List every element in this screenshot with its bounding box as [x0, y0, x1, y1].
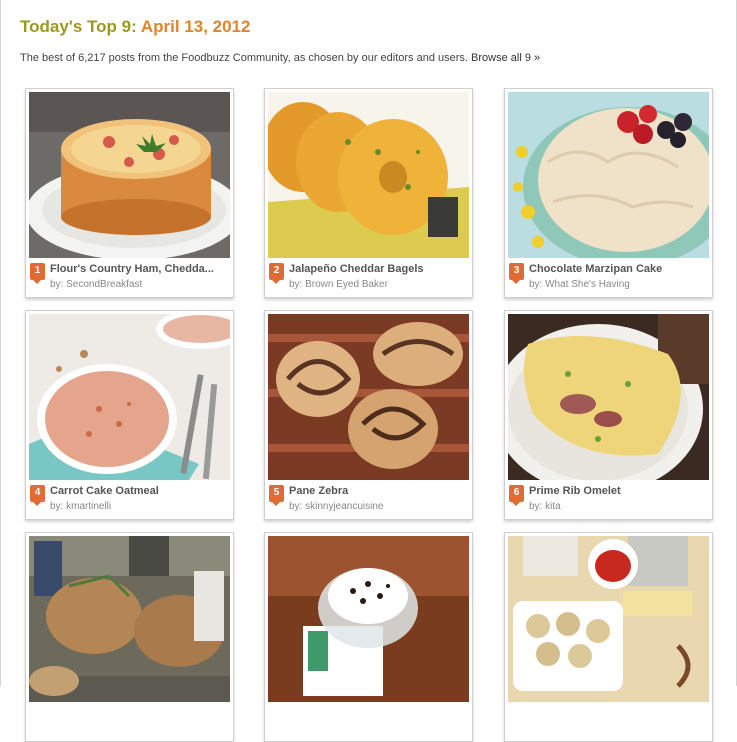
post-card-8[interactable] [264, 532, 473, 742]
post-author[interactable]: by: skinnyjeancuisine [289, 501, 384, 512]
page-subtitle: The best of 6,217 posts from the Foodbuz… [20, 52, 540, 64]
title-text: Today's Top 9: [20, 17, 141, 36]
post-image[interactable] [268, 536, 469, 702]
post-card-1[interactable]: 1 Flour's Country Ham, Chedda... by: Sec… [25, 88, 234, 298]
post-title[interactable]: Carrot Cake Oatmeal [50, 485, 228, 497]
title-date: April 13, 2012 [140, 17, 251, 36]
post-image[interactable] [508, 536, 709, 702]
post-image[interactable] [268, 314, 469, 480]
post-image[interactable] [29, 314, 230, 480]
rank-badge: 5 [269, 485, 284, 506]
quiche-photo [29, 92, 230, 258]
post-title[interactable]: Chocolate Marzipan Cake [529, 263, 707, 275]
post-card-9[interactable] [504, 532, 713, 742]
omelet-photo [508, 314, 709, 480]
post-card-3[interactable]: 3 Chocolate Marzipan Cake by: What She's… [504, 88, 713, 298]
rank-badge: 1 [30, 263, 45, 284]
rank-badge: 6 [509, 485, 524, 506]
bread-photo [29, 536, 230, 702]
rank-badge: 4 [30, 485, 45, 506]
post-author[interactable]: by: kmartinelli [50, 501, 111, 512]
post-title[interactable]: Pane Zebra [289, 485, 467, 497]
post-author[interactable]: by: What She's Having [529, 279, 630, 290]
browse-all-link[interactable]: Browse all 9 » [471, 52, 540, 64]
page-title: Today's Top 9: April 13, 2012 [20, 17, 250, 37]
dumplings-photo [508, 536, 709, 702]
post-card-6[interactable]: 6 Prime Rib Omelet by: kita [504, 310, 713, 520]
post-author[interactable]: by: kita [529, 501, 561, 512]
post-title[interactable]: Flour's Country Ham, Chedda... [50, 263, 228, 275]
bagels-photo [268, 92, 469, 258]
post-image[interactable] [268, 92, 469, 258]
post-title[interactable]: Prime Rib Omelet [529, 485, 707, 497]
pastry-photo [268, 314, 469, 480]
post-card-4[interactable]: 4 Carrot Cake Oatmeal by: kmartinelli [25, 310, 234, 520]
rank-badge: 2 [269, 263, 284, 284]
post-title[interactable]: Jalapeño Cheddar Bagels [289, 263, 467, 275]
rank-badge: 3 [509, 263, 524, 284]
post-image[interactable] [29, 92, 230, 258]
post-image[interactable] [508, 314, 709, 480]
post-author[interactable]: by: SecondBreakfast [50, 279, 142, 290]
post-image[interactable] [29, 536, 230, 702]
post-image[interactable] [508, 92, 709, 258]
post-card-7[interactable] [25, 532, 234, 742]
subtitle-text: The best of 6,217 posts from the Foodbuz… [20, 52, 472, 64]
oatmeal-photo [29, 314, 230, 480]
post-card-2[interactable]: 2 Jalapeño Cheddar Bagels by: Brown Eyed… [264, 88, 473, 298]
cake-photo [508, 92, 709, 258]
post-card-5[interactable]: 5 Pane Zebra by: skinnyjeancuisine [264, 310, 473, 520]
chocolate-dessert-photo [268, 536, 469, 702]
post-author[interactable]: by: Brown Eyed Baker [289, 279, 388, 290]
